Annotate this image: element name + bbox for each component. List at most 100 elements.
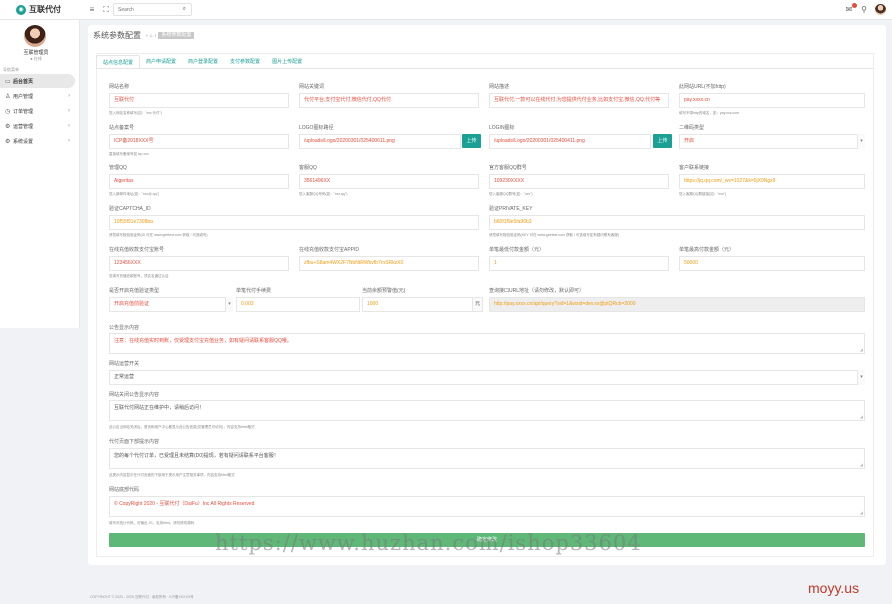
query-url-field[interactable]: http://pay.xxxx.cn/api/query?sid=1&wxid=… (489, 297, 865, 312)
pay-tip-help: 此提示内容显示在代付页面的下部用于提示用户注意相关事项，内容支持html格式 (109, 473, 235, 477)
watermark: https://www.huzhan.com/ishop33604 (215, 531, 642, 555)
site-url-label: 此网站URL(不加http) (679, 84, 726, 90)
app-logo[interactable]: ◉ 互联代付 (16, 4, 61, 15)
logo-icon: ◉ (16, 4, 26, 15)
sidebar-item-label: 后台首页 (13, 78, 34, 85)
notice-textarea[interactable]: 注意：在线充值实时到账，仅受理支付宝充值业务，如有疑问请联系客服QQ哦。 ◢ (109, 333, 865, 354)
captcha-id-field[interactable]: 10f55f91e7308ba (109, 215, 479, 230)
min-amount-label: 单笔最低付款金额（元） (489, 247, 545, 253)
qrcode-type-select[interactable]: 开启 (679, 134, 865, 149)
upload-login-icon-button[interactable]: 上传 (653, 134, 672, 148)
query-url-label: 查询接口URL地址（请勿修改，默认即可） (489, 288, 585, 294)
qq-group-help: 您入客服QQ群号(如："xxx") (489, 192, 533, 196)
resize-handle-icon[interactable]: ◢ (860, 414, 863, 419)
footer-code-text: © CopyRight 2020 - 互联代付（DaiFu）Inc All Ri… (114, 501, 255, 507)
sidebar-item-home[interactable]: ▭ 后台首页 (0, 74, 75, 88)
icp-field[interactable]: ICP备2018XXX号 (109, 134, 289, 149)
resize-handle-icon[interactable]: ◢ (860, 462, 863, 467)
page-title: 系统参数配置 (93, 31, 141, 40)
hamburger-icon[interactable]: ≡ (88, 6, 96, 14)
site-name-field[interactable]: 互联代付 (109, 93, 289, 108)
qq-group-label: 官方客服QQ群号 (489, 165, 527, 171)
alipay-account-field[interactable]: 123456XXX (109, 256, 289, 271)
max-amount-label: 单笔最高付款金额（元） (679, 247, 735, 253)
chevron-down-icon[interactable]: ▾ (225, 297, 233, 312)
closed-notice-textarea[interactable]: 互联代付网站正在维护中，请稍后访问！ ◢ (109, 400, 865, 421)
pay-tip-text: 您的每个代付订单，已受理且未结算(D0)提现，若有疑问请联系平台客服！ (114, 453, 279, 459)
description-field[interactable]: 互联代付,一款可以在线代付,为您提供代付业务,比如支付宝,微信,QQ,代付等 (489, 93, 669, 108)
site-status-select[interactable]: 正常运营 (109, 370, 865, 385)
keywords-label: 网站关键词 (299, 84, 325, 90)
chevron-down-icon[interactable]: ▾ (857, 370, 865, 385)
tab-merchant-login[interactable]: 商户登录配置 (182, 55, 224, 69)
chevron-down-icon[interactable]: ▾ (857, 134, 865, 149)
max-amount-field[interactable]: 50000 (679, 256, 865, 271)
breadcrumb-separator: › (146, 32, 148, 39)
user-status: ● 在线 (30, 56, 42, 61)
service-qq-label: 客服QQ (299, 165, 317, 171)
qq-group-field[interactable]: 109230XXXX (489, 174, 669, 189)
tab-divider (96, 68, 874, 69)
tab-payment-params[interactable]: 支付参数配置 (224, 55, 266, 69)
notification-badge (852, 3, 857, 8)
closed-notice-label: 网站关闭公告显示内容 (109, 392, 160, 398)
footer-code-label: 网站底部代码 (109, 487, 140, 493)
fee-field[interactable]: 0.003 (236, 297, 360, 312)
sidebar-item-system[interactable]: ⚙ 系统设置 › (0, 134, 80, 148)
resize-handle-icon[interactable]: ◢ (860, 510, 863, 515)
alipay-appid-field[interactable]: zfbu+S8am4WX2F7NbNtRWbvfb7rnSRkzX0 (299, 256, 479, 271)
user-avatar[interactable] (24, 25, 46, 47)
fee-label: 单笔代付手续费 (236, 288, 272, 294)
monitor-icon: ▭ (5, 78, 11, 85)
alipay-appid-label: 在线充值收款支付宝APPID (299, 247, 360, 253)
expand-icon[interactable]: ⛶ (102, 6, 110, 14)
sidebar-item-label: 用户管理 (13, 93, 34, 100)
breadcrumb-separator: › (154, 32, 157, 39)
sidebar-item-label: 系统设置 (13, 138, 34, 145)
sidebar-item-label: 订单管理 (13, 108, 34, 115)
chevron-right-icon: › (68, 138, 70, 144)
search-input[interactable] (118, 4, 180, 15)
question-icon[interactable]: ⚲ (860, 6, 868, 14)
resize-handle-icon[interactable]: ◢ (860, 347, 863, 352)
home-icon[interactable]: ⌂ (150, 33, 153, 39)
sidebar-item-operations[interactable]: ⚙ 运营管理 › (0, 119, 80, 133)
footer-code-textarea[interactable]: © CopyRight 2020 - 互联代付（DaiFu）Inc All Ri… (109, 496, 865, 517)
pay-tip-textarea[interactable]: 您的每个代付订单，已受理且未结算(D0)提现，若有疑问请联系平台客服！ ◢ (109, 448, 865, 469)
avatar[interactable] (875, 4, 886, 15)
breadcrumb-current: 系统参数配置 (158, 32, 195, 39)
search-box[interactable]: ⌕ (113, 3, 192, 16)
tab-site-info[interactable]: 站点信息配置 (96, 55, 141, 69)
admin-qq-field[interactable]: Aigeritas (109, 174, 289, 189)
private-key-field[interactable]: b60f1f9e5fa96b3 (489, 215, 865, 230)
tab-image-upload[interactable]: 图片上传配置 (266, 55, 308, 69)
user-name: 互联管理员 (23, 50, 49, 56)
captcha-id-help: 请您填写极验验证码(ID 可在 www.geetest.com 获取 / 可选填… (109, 233, 208, 237)
breadcrumb: › ⌂ › 系统参数配置 (146, 32, 195, 39)
chevron-right-icon: › (68, 93, 70, 99)
watermark-corner: moyy.us (808, 580, 860, 596)
logo-path-field[interactable]: /uploads/Logo/20200301/025400611.png (299, 134, 461, 149)
sidebar-item-orders[interactable]: ◷ 订单管理 › (0, 104, 80, 118)
login-icon-field[interactable]: /uploads/Logo/20200301/025400411.png (489, 134, 651, 149)
qrcode-type-label: 二维码类型 (679, 125, 705, 131)
balance-warning-field[interactable]: 1000 (362, 297, 473, 312)
search-icon[interactable]: ⌕ (183, 6, 186, 13)
private-key-help: 请您填写极验验证码(KEY 可在 www.geetest.com 获取 / 可选… (489, 233, 620, 237)
site-name-label: 网站名称 (109, 84, 130, 90)
footer-code-help: 填写可统计代码，可输出 JS，支持html。请勿修改源码 (109, 521, 195, 525)
recharge-verify-select[interactable]: 开启充值前验证 (109, 297, 233, 312)
app-name: 互联代付 (29, 5, 61, 14)
sidebar: 互联管理员 ● 在线 导航菜单 ▭ 后台首页 ♙ 用户管理 › ◷ 订单管理 ›… (0, 20, 80, 328)
contact-link-field[interactable]: https://jq.qq.com/_wv=1027&k=5jX9Ngx9 (679, 174, 865, 189)
service-qq-field[interactable]: 3561496XX (299, 174, 479, 189)
site-url-field[interactable]: pay.xxxx.cn (679, 93, 865, 108)
site-name-help: 您入网站名称填写(如："xxx 代付") (109, 111, 163, 115)
sidebar-item-users[interactable]: ♙ 用户管理 › (0, 89, 80, 103)
keywords-field[interactable]: 代付平台,支付宝代付,微信代付,QQ代付 (299, 93, 479, 108)
page-footer: COPYRIGHT © 2020 - 2025 互联代付 - 版权所有 · IC… (90, 595, 194, 599)
captcha-id-label: 验证CAPTCHA_ID (109, 206, 151, 212)
upload-logo-button[interactable]: 上传 (462, 134, 481, 148)
tab-merchant-apply[interactable]: 商户申请配置 (140, 55, 182, 69)
min-amount-field[interactable]: 1 (489, 256, 669, 271)
